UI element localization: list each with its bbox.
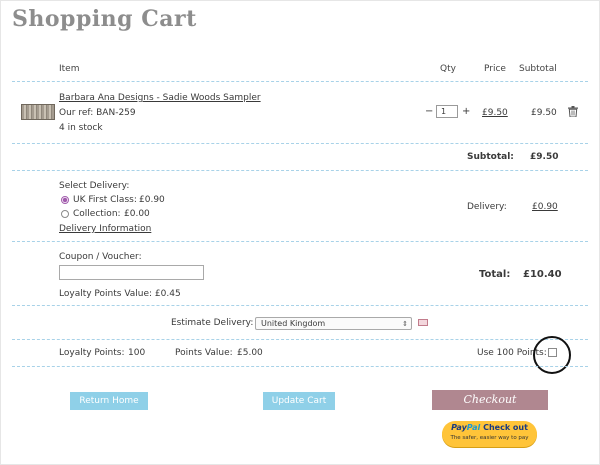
column-price: Price — [484, 64, 506, 74]
divider — [12, 305, 588, 306]
paypal-tagline: The safer, easier way to pay — [450, 435, 529, 441]
divider — [12, 81, 588, 82]
divider — [12, 170, 588, 171]
divider — [12, 143, 588, 144]
column-qty: Qty — [440, 64, 456, 74]
product-ref: Our ref: BAN-259 — [59, 108, 136, 118]
product-name-link[interactable]: Barbara Ana Designs - Sadie Woods Sample… — [59, 93, 261, 103]
subtotal-value: £9.50 — [530, 152, 559, 162]
paypal-checkout-button[interactable]: PayPal Check out The safer, easier way t… — [442, 421, 537, 447]
total-value: £10.40 — [523, 269, 562, 280]
column-subtotal: Subtotal — [519, 64, 557, 74]
points-value: £5.00 — [237, 348, 263, 358]
estimate-delivery-label: Estimate Delivery: — [171, 318, 254, 328]
points-value-label: Points Value: — [175, 348, 233, 358]
delivery-option-first-class-price: £0.90 — [139, 195, 165, 205]
qty-increase-button[interactable]: + — [462, 106, 470, 117]
page-title: Shopping Cart — [12, 6, 197, 32]
select-arrows-icon: ⇕ — [402, 320, 408, 328]
trash-icon[interactable] — [568, 106, 578, 118]
delivery-info-link[interactable]: Delivery Information — [59, 224, 151, 234]
loyalty-points-value: Loyalty Points Value: £0.45 — [59, 289, 181, 299]
qty-input[interactable]: 1 — [436, 105, 458, 118]
subtotal-label: Subtotal: — [467, 152, 514, 162]
product-thumbnail[interactable] — [21, 104, 55, 120]
delivery-heading: Select Delivery: — [59, 181, 130, 191]
item-subtotal: £9.50 — [531, 108, 557, 118]
highlight-circle — [533, 336, 571, 374]
loyalty-points-label: Loyalty Points: — [59, 348, 125, 358]
delivery-option-first-class-label: UK First Class: — [73, 195, 137, 205]
qty-decrease-button[interactable]: − — [425, 106, 433, 117]
country-select-value: United Kingdom — [261, 319, 326, 328]
update-cart-button[interactable]: Update Cart — [263, 392, 335, 410]
flag-icon — [418, 319, 428, 326]
delivery-label: Delivery: — [467, 202, 507, 212]
delivery-option-collection-label: Collection: — [73, 209, 121, 219]
delivery-radio-first-class[interactable] — [61, 196, 69, 204]
return-home-button[interactable]: Return Home — [70, 392, 148, 410]
item-price: £9.50 — [482, 108, 508, 118]
paypal-logo: PayPal Check out — [451, 423, 528, 432]
divider — [12, 339, 588, 340]
divider — [12, 241, 588, 242]
loyalty-points-count: 100 — [128, 348, 146, 358]
product-stock: 4 in stock — [59, 123, 103, 133]
column-item: Item — [59, 64, 80, 74]
delivery-option-collection-price: £0.00 — [124, 209, 150, 219]
divider — [12, 366, 588, 367]
country-select[interactable]: United Kingdom ⇕ — [255, 317, 412, 330]
delivery-value: £0.90 — [532, 202, 558, 212]
delivery-radio-collection[interactable] — [61, 210, 69, 218]
total-label: Total: — [479, 269, 511, 280]
coupon-label: Coupon / Voucher: — [59, 252, 142, 262]
coupon-input[interactable] — [59, 265, 204, 280]
checkout-button[interactable]: Checkout — [432, 390, 548, 410]
